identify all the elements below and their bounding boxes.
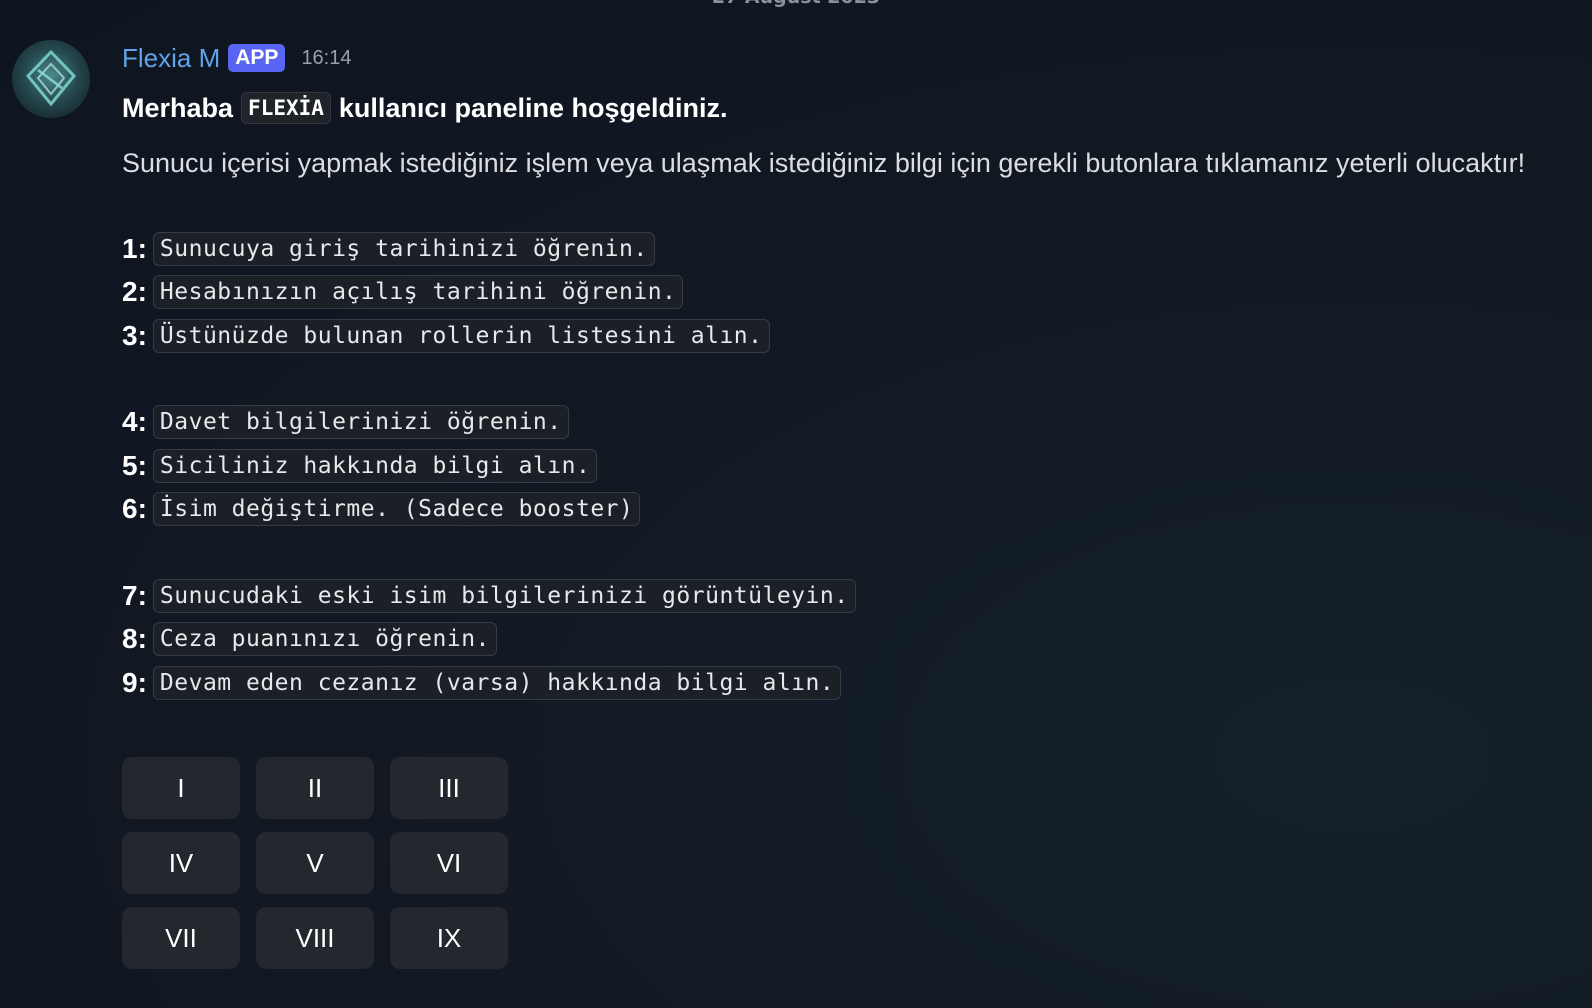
description: Sunucu içerisi yapmak istediğiniz işlem … — [122, 148, 1526, 178]
item-text: Devam eden cezanız (varsa) hakkında bilg… — [152, 665, 842, 700]
greeting-prefix: Merhaba — [122, 92, 234, 123]
list-item: 4: Davet bilgilerinizi öğrenin. — [122, 401, 1572, 445]
avatar[interactable] — [12, 40, 90, 118]
item-text: İsim değiştirme. (Sadece booster) — [152, 492, 641, 527]
button-7[interactable]: VII — [122, 907, 240, 969]
button-6[interactable]: VI — [390, 832, 508, 894]
item-number: 7: — [122, 579, 147, 611]
list-item: 9: Devam eden cezanız (varsa) hakkında b… — [122, 661, 1572, 705]
item-number: 4: — [122, 406, 147, 438]
item-text: Davet bilgilerinizi öğrenin. — [152, 405, 569, 440]
flexia-logo-icon — [25, 49, 77, 107]
button-8[interactable]: VIII — [256, 907, 374, 969]
button-grid: I II III IV V VI VII VIII IX — [122, 757, 508, 969]
options-list: 1: Sunucuya giriş tarihinizi öğrenin. 2:… — [122, 227, 1572, 705]
list-item: 8: Ceza puanınızı öğrenin. — [122, 618, 1572, 662]
greeting-suffix: kullanıcı paneline hoşgeldiniz. — [338, 92, 728, 123]
message-header: Flexia M APP 16:14 — [122, 38, 1572, 78]
item-text: Sunucuya giriş tarihinizi öğrenin. — [152, 231, 655, 266]
button-4[interactable]: IV — [122, 832, 240, 894]
button-5[interactable]: V — [256, 832, 374, 894]
item-text: Sunucudaki eski isim bilgilerinizi görün… — [152, 578, 856, 613]
message: Flexia M APP 16:14 Merhaba FLEXİA kullan… — [122, 38, 1572, 705]
item-number: 5: — [122, 449, 147, 481]
item-number: 6: — [122, 493, 147, 525]
item-number: 1: — [122, 232, 147, 264]
list-item: 6: İsim değiştirme. (Sadece booster) — [122, 488, 1572, 532]
item-number: 8: — [122, 623, 147, 655]
greeting-code: FLEXİA — [241, 92, 331, 124]
date-divider: 27 August 2023 — [0, 0, 1592, 8]
list-item: 7: Sunucudaki eski isim bilgilerinizi gö… — [122, 574, 1572, 618]
author-name[interactable]: Flexia M — [122, 43, 220, 74]
item-number: 2: — [122, 276, 147, 308]
button-3[interactable]: III — [390, 757, 508, 819]
message-timestamp: 16:14 — [301, 46, 352, 69]
item-number: 9: — [122, 666, 147, 698]
item-number: 3: — [122, 319, 147, 351]
list-item: 3: Üstünüzde bulunan rollerin listesini … — [122, 314, 1572, 358]
item-text: Üstünüzde bulunan rollerin listesini alı… — [152, 318, 770, 353]
item-text: Ceza puanınızı öğrenin. — [152, 622, 497, 657]
app-badge: APP — [228, 44, 286, 72]
button-1[interactable]: I — [122, 757, 240, 819]
item-text: Siciliniz hakkında bilgi alın. — [152, 448, 598, 483]
list-item: 5: Siciliniz hakkında bilgi alın. — [122, 444, 1572, 488]
item-text: Hesabınızın açılış tarihini öğrenin. — [152, 275, 684, 310]
list-item: 1: Sunucuya giriş tarihinizi öğrenin. — [122, 227, 1572, 271]
button-9[interactable]: IX — [390, 907, 508, 969]
list-item: 2: Hesabınızın açılış tarihini öğrenin. — [122, 271, 1572, 315]
greeting: Merhaba FLEXİA kullanıcı paneline hoşgel… — [122, 86, 1572, 130]
button-2[interactable]: II — [256, 757, 374, 819]
